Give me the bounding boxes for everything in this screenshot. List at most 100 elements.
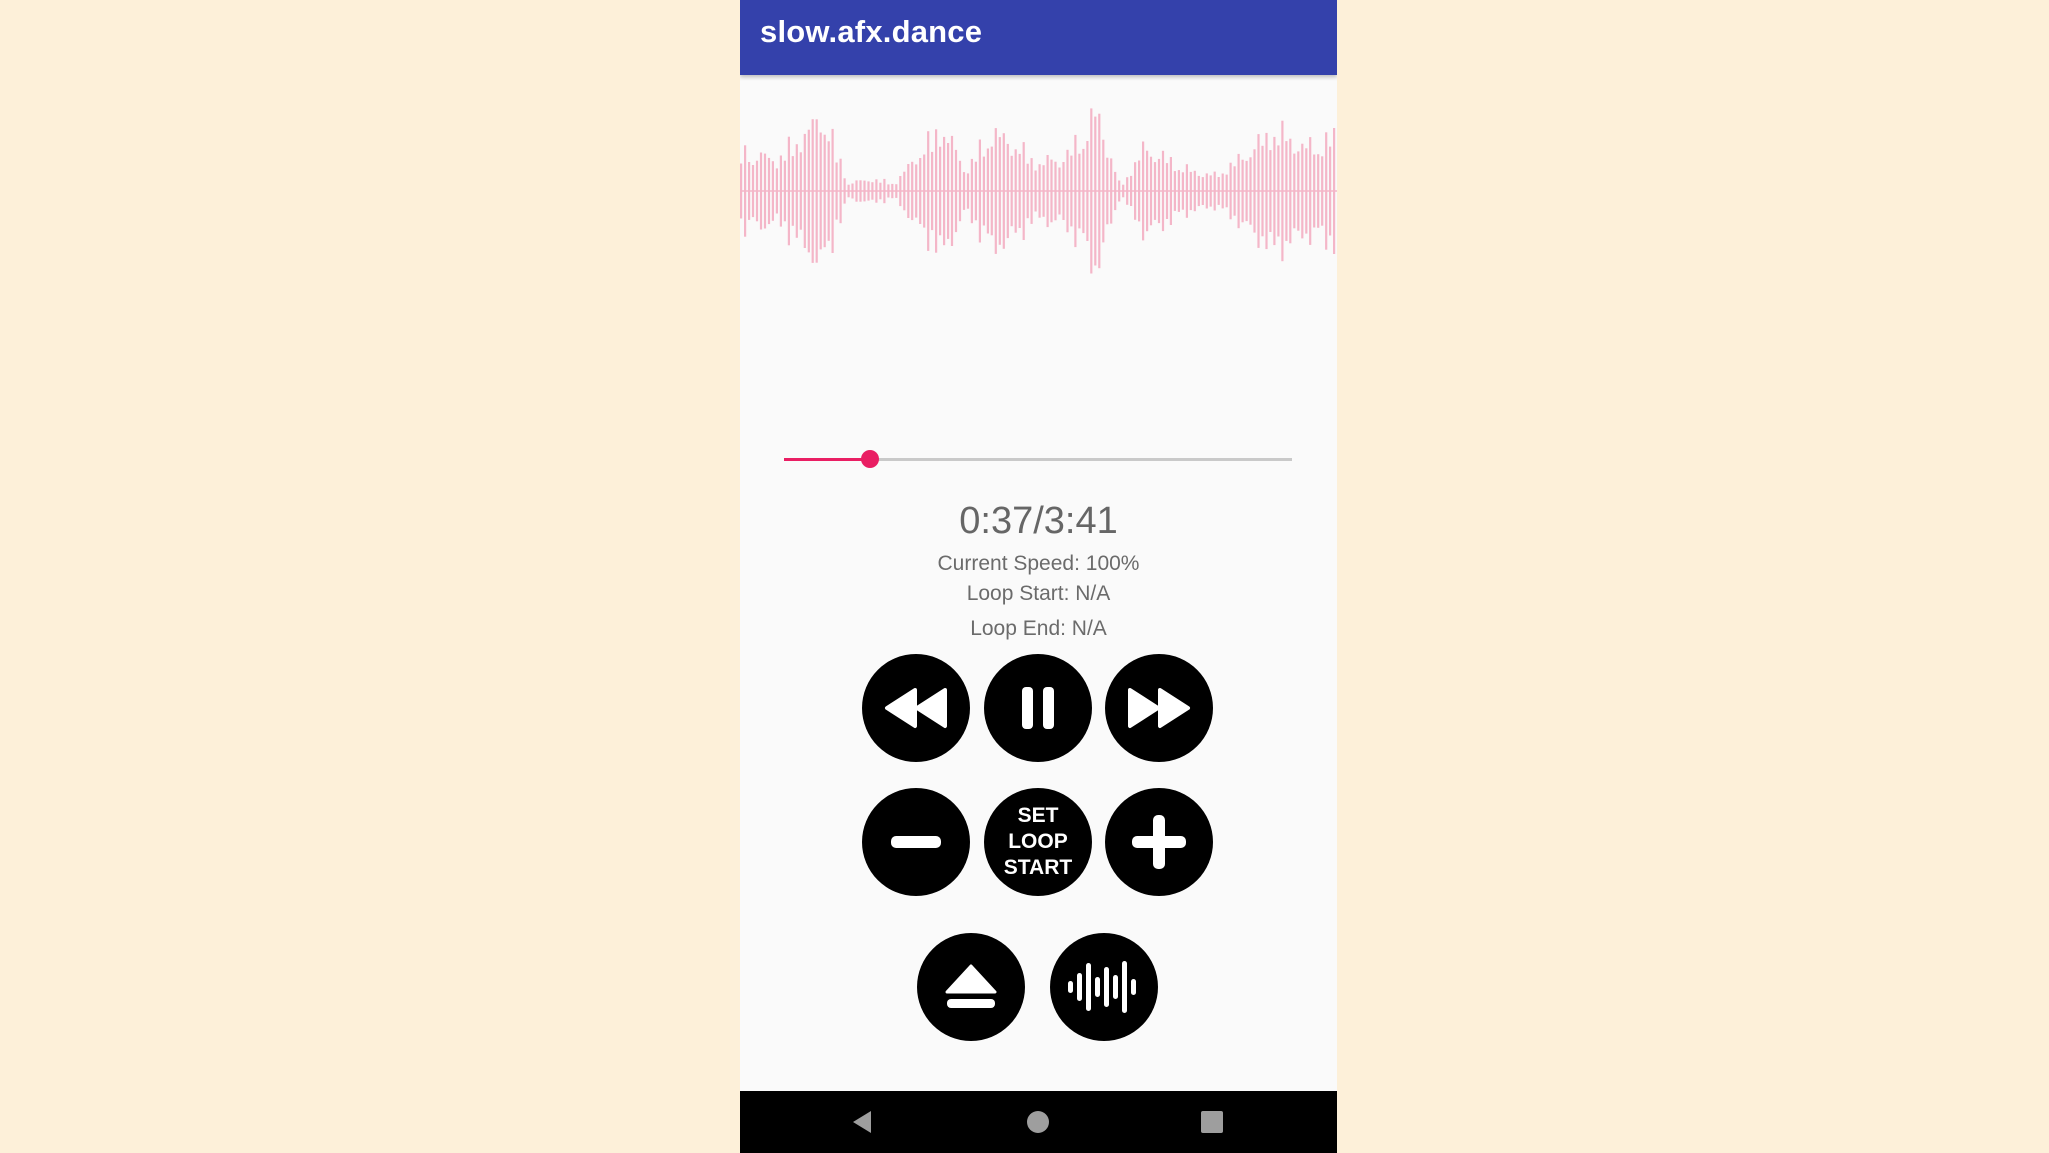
- waveform-bar: [1261, 145, 1264, 237]
- waveform-bar: [939, 146, 942, 236]
- waveform-bar: [763, 153, 767, 229]
- waveform-bar: [1122, 184, 1125, 198]
- waveform-bar: [1237, 153, 1240, 229]
- waveform-bar: [1301, 143, 1304, 239]
- waveform-bar: [970, 158, 973, 224]
- app-title: slow.afx.dance: [760, 14, 983, 49]
- waveform-bar: [1297, 151, 1300, 231]
- waveform-bar: [823, 134, 826, 248]
- waveform-bar: [923, 154, 926, 228]
- nav-home-button[interactable]: [998, 1091, 1078, 1153]
- waveform-bar: [1173, 171, 1176, 211]
- waveform-bar: [1114, 171, 1117, 211]
- waveform-bar: [859, 180, 862, 202]
- waveform-bar: [1257, 134, 1260, 248]
- waveform-bar: [919, 158, 922, 224]
- nav-back-button[interactable]: [822, 1091, 902, 1153]
- waveform-toggle-button[interactable]: [1050, 933, 1158, 1041]
- waveform-bar: [1142, 141, 1145, 241]
- waveform-bar: [819, 132, 822, 250]
- waveform-bar: [887, 184, 890, 198]
- waveform-bar: [986, 148, 989, 234]
- seek-progress: [784, 458, 871, 461]
- waveform-bar: [1126, 177, 1129, 205]
- waveform-bar: [835, 162, 838, 220]
- waveform-bar: [1185, 164, 1188, 218]
- waveform-bar: [943, 136, 946, 246]
- eject-button[interactable]: [917, 933, 1025, 1041]
- waveform-bar: [1221, 173, 1224, 209]
- waveform-bar: [1026, 163, 1029, 219]
- waveform-bar: [1161, 150, 1165, 232]
- waveform-bar: [1146, 150, 1149, 232]
- waveform-bar: [1241, 159, 1244, 223]
- waveform-bar: [1010, 155, 1013, 227]
- app-bar: slow.afx.dance: [740, 0, 1337, 75]
- current-speed: Current Speed: 100%: [937, 552, 1140, 575]
- minus-icon: [891, 836, 941, 848]
- waveform-bar: [1046, 155, 1049, 228]
- set-loop-start-button[interactable]: SET LOOP START: [984, 788, 1092, 896]
- waveform-bar: [947, 143, 950, 239]
- waveform-bar: [815, 119, 818, 263]
- waveform-bar: [875, 179, 878, 203]
- waveform-bar: [1321, 156, 1324, 226]
- waveform-bar: [899, 176, 902, 207]
- waveform-bar: [863, 180, 866, 202]
- waveform-bar: [1193, 170, 1196, 212]
- waveform-bar: [1098, 113, 1101, 269]
- fast-forward-icon: [1128, 688, 1190, 728]
- waveform-bar: [843, 178, 846, 204]
- waveform-bar: [1138, 160, 1141, 222]
- waveform-bar: [1225, 174, 1228, 208]
- waveform-bar: [1130, 175, 1133, 206]
- waveform-bar: [1058, 167, 1061, 215]
- nav-recents-button[interactable]: [1172, 1091, 1252, 1153]
- speed-up-button[interactable]: [1105, 788, 1213, 896]
- waveform-bar: [891, 183, 894, 199]
- waveform-bar: [1177, 170, 1180, 212]
- waveform-bar: [791, 156, 794, 226]
- waveform-bar: [931, 151, 934, 231]
- pause-icon: [1022, 687, 1054, 729]
- speed-down-button[interactable]: [862, 788, 970, 896]
- waveform-bar: [1149, 156, 1153, 226]
- waveform-bar: [1213, 171, 1216, 211]
- back-triangle-icon: [853, 1111, 871, 1133]
- waveform-bar: [1205, 173, 1208, 209]
- pause-button[interactable]: [984, 654, 1092, 762]
- seek-thumb[interactable]: [861, 450, 880, 468]
- waveform-bar: [1070, 155, 1073, 227]
- plus-icon: [1132, 815, 1186, 869]
- waveform-bar: [1034, 170, 1037, 212]
- waveform-bar: [958, 160, 962, 222]
- seek-bar[interactable]: [784, 448, 1292, 470]
- rewind-button[interactable]: [862, 654, 970, 762]
- waveform-bar: [807, 129, 810, 253]
- waveform-bar: [1062, 162, 1065, 220]
- waveform-bar: [1030, 158, 1033, 224]
- waveform-bar: [935, 129, 938, 253]
- waveform-bar: [1022, 142, 1025, 240]
- fast-forward-button[interactable]: [1105, 654, 1213, 762]
- waveform-icon: [1068, 961, 1136, 1013]
- waveform-bar: [903, 171, 906, 211]
- waveform-bar: [1169, 157, 1172, 225]
- waveform-bar: [1054, 161, 1057, 221]
- waveform-bar: [990, 146, 993, 236]
- waveform-display[interactable]: [740, 84, 1337, 294]
- waveform-bar: [1209, 175, 1212, 207]
- rewind-icon: [885, 688, 947, 728]
- waveform-bar: [911, 161, 914, 221]
- waveform-bar: [795, 144, 798, 238]
- waveform-bar: [855, 180, 858, 202]
- waveform-bar: [962, 172, 966, 210]
- waveform-bar: [1273, 136, 1276, 246]
- waveform-bar: [1197, 175, 1200, 207]
- waveform-bar: [954, 149, 958, 233]
- system-nav-bar: [740, 1091, 1337, 1153]
- waveform-bar: [1038, 164, 1041, 218]
- waveform-bar: [1233, 166, 1236, 216]
- loop-start-value: Loop Start: N/A: [966, 582, 1111, 605]
- waveform-bar: [1002, 133, 1005, 249]
